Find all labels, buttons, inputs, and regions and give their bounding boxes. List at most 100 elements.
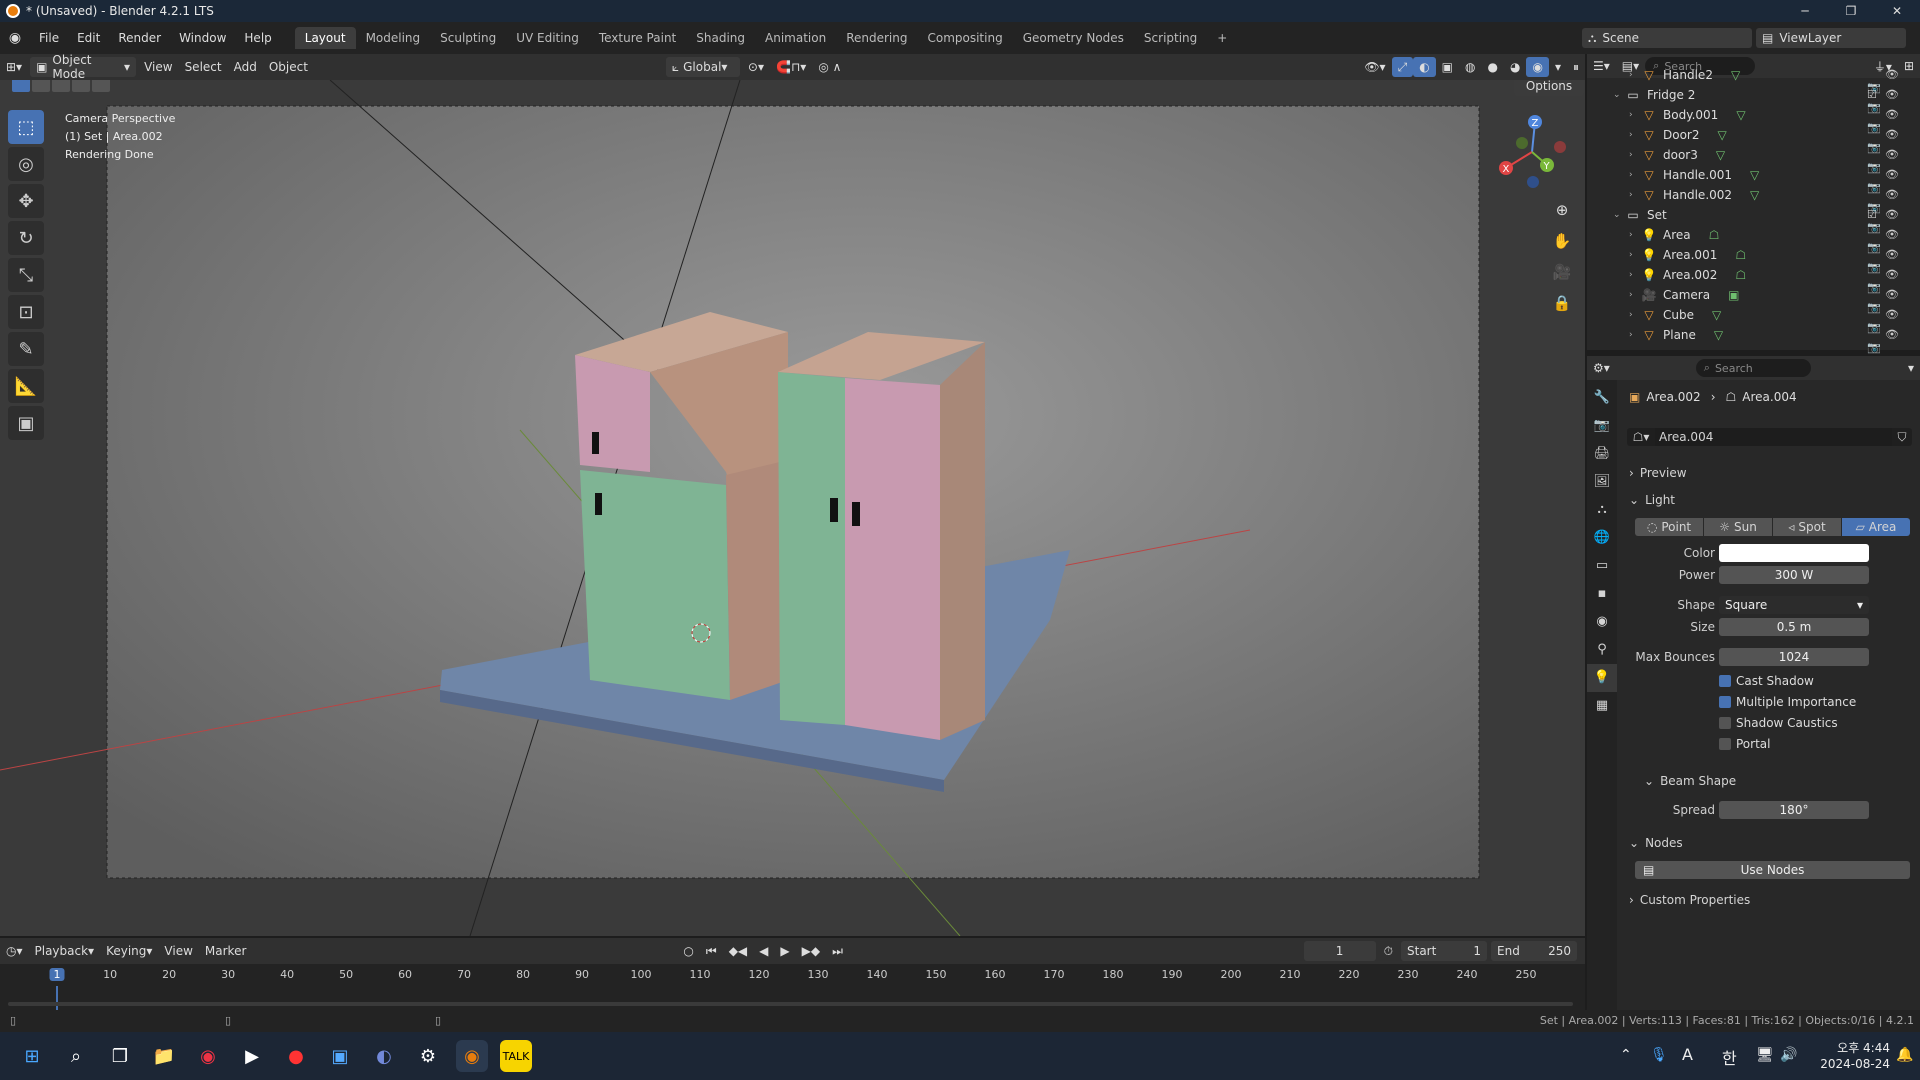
chevron-right-icon[interactable]: ›	[1629, 110, 1641, 120]
menu-render[interactable]: Render	[109, 31, 170, 45]
light-type-spot[interactable]: ◃ Spot	[1773, 518, 1841, 536]
eye-icon[interactable]: 👁	[1885, 228, 1903, 241]
option-checkbox-row[interactable]: Portal	[1719, 735, 1899, 753]
output-tab-icon[interactable]: 🖨	[1587, 440, 1617, 468]
blender-taskbar-icon[interactable]: ◉	[456, 1040, 488, 1072]
chevron-right-icon[interactable]: ›	[1629, 70, 1641, 80]
light-type-point[interactable]: ◌ Point	[1635, 518, 1703, 536]
pivot-icon[interactable]: ⊙▾	[742, 57, 770, 77]
shading-rendered-icon[interactable]: ◉	[1526, 57, 1549, 77]
outliner-item[interactable]: › ▽ Handle.002 ▽	[1629, 186, 1869, 204]
outliner-item[interactable]: › 💡 Area ☖	[1629, 226, 1869, 244]
properties-search-input[interactable]: ⌕ Search	[1695, 359, 1811, 377]
media-player-icon[interactable]: ▶	[236, 1040, 268, 1072]
eye-icon[interactable]: 👁	[1885, 168, 1903, 181]
menu-file[interactable]: File	[30, 31, 68, 45]
chevron-right-icon[interactable]: ›	[1629, 150, 1641, 160]
select-extend-icon[interactable]	[32, 80, 50, 92]
object-data-icon[interactable]: ▽	[1718, 128, 1727, 142]
menu-window[interactable]: Window	[170, 31, 235, 45]
jump-end-icon[interactable]: ⏭	[826, 941, 849, 961]
object-data-icon[interactable]: ▽	[1716, 148, 1725, 162]
properties-editor-icon[interactable]: ⚙▾	[1587, 358, 1616, 378]
beam-shape-header[interactable]: ⌄ Beam Shape	[1644, 774, 1736, 788]
object-data-icon[interactable]: ▽	[1714, 328, 1723, 342]
outliner-item[interactable]: › 🎥 Camera ▣	[1629, 286, 1869, 304]
checkbox-unchecked-icon[interactable]	[1719, 738, 1731, 750]
chevron-down-icon[interactable]: ⌄	[1613, 90, 1625, 100]
xray-icon[interactable]: ▣	[1436, 57, 1459, 77]
light-type-sun[interactable]: ☼ Sun	[1704, 518, 1772, 536]
tab-modeling[interactable]: Modeling	[356, 27, 431, 49]
tab-scripting[interactable]: Scripting	[1134, 27, 1207, 49]
exclude-checkbox-icon[interactable]: ☑	[1867, 208, 1885, 221]
timeline-editor-icon[interactable]: ◷▾	[0, 941, 29, 961]
scene-selector[interactable]: ⛬ Scene	[1582, 28, 1752, 48]
app-icon[interactable]: ▣	[324, 1040, 356, 1072]
chevron-right-icon[interactable]: ›	[1629, 310, 1641, 320]
object-data-icon[interactable]: ☖	[1709, 228, 1720, 242]
object-data-icon[interactable]: ▽	[1750, 188, 1759, 202]
tab-shading[interactable]: Shading	[686, 27, 755, 49]
ime-indicator[interactable]: A	[1682, 1045, 1693, 1064]
object-data-icon[interactable]: ▽	[1731, 68, 1740, 82]
chevron-right-icon[interactable]: ›	[1629, 250, 1641, 260]
object-data-icon[interactable]: ▽	[1736, 108, 1745, 122]
discord-icon[interactable]: ◐	[368, 1040, 400, 1072]
object-tab-icon[interactable]: ▪	[1587, 580, 1617, 608]
tab-rendering[interactable]: Rendering	[836, 27, 917, 49]
outliner-item[interactable]: › 💡 Area.001 ☖	[1629, 246, 1869, 264]
search-icon[interactable]: ⌕	[60, 1040, 92, 1072]
outliner-item[interactable]: › ▽ Plane ▽	[1629, 326, 1869, 344]
light-panel-header[interactable]: ⌄ Light	[1629, 493, 1675, 507]
language-indicator[interactable]: 한	[1722, 1045, 1737, 1069]
checkbox-checked-icon[interactable]	[1719, 675, 1731, 687]
menu-add[interactable]: Add	[228, 57, 263, 77]
move-tool-icon[interactable]: ✥	[8, 184, 44, 218]
eye-icon[interactable]: 👁	[1885, 308, 1903, 321]
light-data-icon[interactable]: ☖▾	[1627, 430, 1655, 444]
menu-help[interactable]: Help	[235, 31, 280, 45]
outliner-item[interactable]: ⌄ ▭ Set	[1613, 206, 1853, 224]
eye-icon[interactable]: 👁	[1885, 248, 1903, 261]
shading-solid-icon[interactable]: ●	[1482, 57, 1504, 77]
eye-icon[interactable]: 👁	[1885, 328, 1903, 341]
tab-compositing[interactable]: Compositing	[917, 27, 1012, 49]
datablock-selector[interactable]: ☖▾ Area.004 ⛉	[1627, 428, 1912, 446]
fake-user-shield-icon[interactable]: ⛉	[1892, 430, 1912, 445]
3d-viewport[interactable]: Camera Perspective (1) Set | Area.002 Re…	[0, 80, 1585, 936]
eye-icon[interactable]: 👁	[1885, 188, 1903, 201]
network-icon[interactable]: 🖥	[1756, 1047, 1774, 1063]
editor-type-icon[interactable]: ⊞▾	[0, 57, 28, 77]
eye-icon[interactable]: 👁	[1885, 68, 1903, 81]
use-nodes-button[interactable]: ▤ Use Nodes	[1635, 861, 1910, 879]
render-camera-icon[interactable]: 📷	[1867, 341, 1885, 354]
blender-menu-icon[interactable]: ◉	[0, 30, 30, 46]
nodes-panel-header[interactable]: ⌄ Nodes	[1629, 836, 1683, 850]
view-layer-selector[interactable]: ▤ ViewLayer	[1756, 28, 1906, 48]
select-intersect-icon[interactable]	[92, 80, 110, 92]
chevron-right-icon[interactable]: ›	[1629, 190, 1641, 200]
outliner-item[interactable]: ⌄ ▭ Fridge 2	[1613, 86, 1853, 104]
tab-uv-editing[interactable]: UV Editing	[506, 27, 589, 49]
gizmo-icon[interactable]: ⤢	[1391, 57, 1414, 77]
select-box-icon[interactable]: ⬚	[8, 110, 44, 144]
auto-keying-icon[interactable]: ○	[677, 941, 699, 961]
select-subtract-icon[interactable]	[52, 80, 70, 92]
options-button[interactable]: Options	[1514, 80, 1584, 96]
view-layer-tab-icon[interactable]: 🖼	[1587, 468, 1617, 496]
measure-tool-icon[interactable]: 📐	[8, 369, 44, 403]
shading-wireframe-icon[interactable]: ◍	[1459, 57, 1481, 77]
custom-properties-header[interactable]: › Custom Properties	[1629, 893, 1750, 907]
select-new-icon[interactable]	[12, 80, 30, 92]
physics-tab-icon[interactable]: ◉	[1587, 608, 1617, 636]
play-reverse-icon[interactable]: ◀	[753, 941, 774, 961]
next-keyframe-icon[interactable]: ▶◆	[796, 941, 826, 961]
transform-tool-icon[interactable]: ⊡	[8, 295, 44, 329]
object-data-icon[interactable]: ▽	[1750, 168, 1759, 182]
task-view-icon[interactable]: ❐	[104, 1040, 136, 1072]
outliner-item[interactable]: › ▽ Handle.001 ▽	[1629, 166, 1869, 184]
annotate-tool-icon[interactable]: ✎	[8, 332, 44, 366]
snap-icon[interactable]: 🧲⊓▾	[770, 57, 812, 77]
color-swatch[interactable]	[1719, 544, 1869, 562]
